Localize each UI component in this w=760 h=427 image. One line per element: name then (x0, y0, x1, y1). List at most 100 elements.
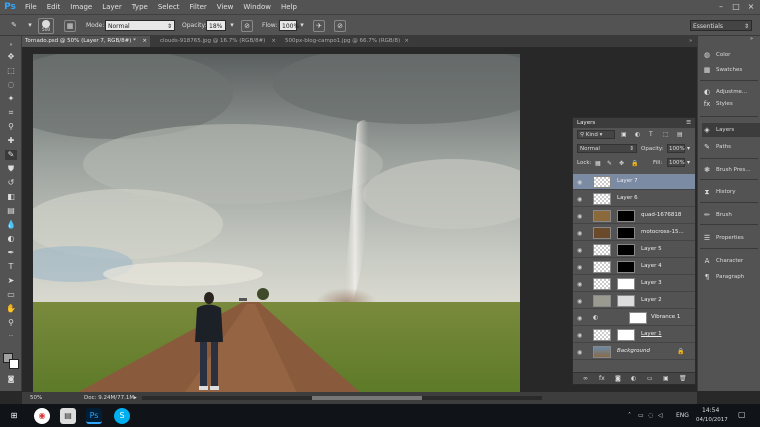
airbrush-icon[interactable]: ✈ (313, 20, 325, 32)
flow-field[interactable]: 100% (279, 20, 299, 31)
toolbar-collapse-icon[interactable]: » (5, 40, 17, 50)
layer-row[interactable]: ◉ motocross-15... (573, 225, 695, 241)
blur-tool-icon[interactable]: 💧 (5, 220, 17, 230)
volume-icon[interactable]: ◁ (658, 412, 663, 419)
menu-filter[interactable]: Filter (184, 3, 211, 11)
zoom-level[interactable]: 50% (30, 395, 42, 401)
visibility-eye-icon[interactable]: ◉ (577, 281, 582, 288)
tab-close-icon[interactable]: × (271, 36, 276, 47)
lasso-tool-icon[interactable]: ◌ (5, 80, 17, 90)
opacity-dropdown-icon[interactable]: ▾ (228, 20, 236, 32)
pen-tool-icon[interactable]: ✒ (5, 248, 17, 258)
photoshop-taskbar-icon[interactable]: Ps (86, 408, 102, 424)
network-icon[interactable]: ◌ (648, 412, 653, 419)
filter-shape-icon[interactable]: ⬚ (663, 131, 669, 138)
windows-start-icon[interactable]: ⊞ (6, 408, 22, 424)
visibility-eye-icon[interactable]: ◉ (577, 179, 582, 186)
panel-swatches[interactable]: ▦ Swatches (702, 63, 760, 77)
layer-row[interactable]: ◉ Layer 4 (573, 259, 695, 275)
zoom-tool-icon[interactable]: ⚲ (5, 318, 17, 328)
file-explorer-icon[interactable]: ▤ (60, 408, 76, 424)
skype-icon[interactable]: S (114, 408, 130, 424)
panel-color[interactable]: ◍ Color (702, 48, 760, 62)
language-indicator[interactable]: ENG (676, 412, 689, 419)
visibility-eye-icon[interactable]: ◉ (577, 315, 582, 322)
visibility-eye-icon[interactable]: ◉ (577, 230, 582, 237)
quick-select-tool-icon[interactable]: ✦ (5, 94, 17, 104)
battery-icon[interactable]: ▭ (638, 412, 644, 419)
close-icon[interactable]: × (746, 2, 756, 12)
add-mask-icon[interactable]: ◙ (615, 375, 621, 382)
panel-paths[interactable]: ✎ Paths (702, 140, 760, 154)
opacity-field[interactable]: 18% (206, 20, 226, 31)
layer-row[interactable]: ◉ Layer 6 (573, 191, 695, 207)
hand-tool-icon[interactable]: ✋ (5, 304, 17, 314)
menu-help[interactable]: Help (276, 3, 302, 11)
brush-size-preview[interactable]: 500 (38, 18, 54, 34)
move-tool-icon[interactable]: ✥ (5, 52, 17, 62)
minimize-icon[interactable]: – (716, 2, 726, 12)
menu-type[interactable]: Type (127, 3, 153, 11)
menu-window[interactable]: Window (238, 3, 276, 11)
panel-brush[interactable]: ✏ Brush (702, 208, 760, 222)
background-color-swatch[interactable] (9, 359, 19, 369)
tab-clouds[interactable]: clouds-918765.jpg @ 16.7% (RGB/8#) × (157, 36, 279, 47)
clock-date[interactable]: 04/10/2017 (696, 417, 728, 423)
healing-brush-tool-icon[interactable]: ✚ (5, 136, 17, 146)
visibility-eye-icon[interactable]: ◉ (577, 247, 582, 254)
panel-adjustments[interactable]: ◐ Adjustme... (702, 85, 760, 99)
blend-mode-select[interactable]: Normal ⇕ (577, 144, 637, 153)
filter-smart-icon[interactable]: ▤ (677, 131, 683, 138)
panel-brush-presets[interactable]: ❃ Brush Pres... (702, 163, 760, 177)
fill-field[interactable]: 100% (667, 158, 685, 167)
visibility-eye-icon[interactable]: ◉ (577, 264, 582, 271)
panel-menu-icon[interactable]: ☰ (686, 118, 695, 128)
panel-paragraph[interactable]: ¶ Paragraph (702, 270, 760, 284)
eraser-tool-icon[interactable]: ◧ (5, 192, 17, 202)
brush-panel-icon[interactable]: ▦ (64, 20, 76, 32)
menu-view[interactable]: View (212, 3, 239, 11)
layer-row[interactable]: ◉ Layer 2 (573, 293, 695, 309)
visibility-eye-icon[interactable]: ◉ (577, 349, 582, 356)
workspace-select[interactable]: Essentials ⇕ (690, 20, 752, 31)
layer-row[interactable]: ◉ quad-1676818 (573, 208, 695, 224)
layer-filter-select[interactable]: ⚲ Kind ▾ (577, 130, 615, 139)
menu-image[interactable]: Image (65, 3, 97, 11)
menu-file[interactable]: File (20, 3, 42, 11)
document-canvas[interactable] (33, 54, 520, 395)
menu-layer[interactable]: Layer (97, 3, 127, 11)
panel-character[interactable]: A Character (702, 254, 760, 268)
visibility-eye-icon[interactable]: ◉ (577, 332, 582, 339)
layer-opacity-dropdown-icon[interactable]: ▾ (687, 145, 690, 152)
layer-style-icon[interactable]: fx (599, 375, 605, 382)
tabs-overflow-icon[interactable]: » (686, 36, 696, 47)
tray-chevron-icon[interactable]: ˄ (628, 412, 631, 419)
fill-dropdown-icon[interactable]: ▾ (687, 159, 690, 166)
gradient-tool-icon[interactable]: ▤ (5, 206, 17, 216)
tab-close-icon[interactable]: × (404, 36, 409, 47)
crop-tool-icon[interactable]: ⌗ (5, 108, 17, 118)
layer-opacity-field[interactable]: 100% (667, 144, 685, 153)
visibility-eye-icon[interactable]: ◉ (577, 213, 582, 220)
shape-tool-icon[interactable]: ▭ (5, 290, 17, 300)
brush-tool-icon[interactable]: ✎ (8, 20, 20, 32)
filter-adjustment-icon[interactable]: ◐ (635, 131, 640, 138)
brush-preset-dropdown-icon[interactable]: ▾ (26, 20, 34, 32)
delete-layer-icon[interactable]: 🗑 (679, 375, 687, 382)
lock-position-icon[interactable]: ✥ (619, 160, 624, 167)
clock-time[interactable]: 14:54 (702, 407, 719, 414)
visibility-eye-icon[interactable]: ◉ (577, 196, 582, 203)
status-menu-icon[interactable]: ▸ (134, 395, 137, 401)
more-tools-icon[interactable]: ··· (5, 331, 17, 341)
tab-campo[interactable]: 500px-blog-campo1.jpg @ 66.7% (RGB/8) × (282, 36, 412, 47)
clone-stamp-tool-icon[interactable]: ⛊ (5, 164, 17, 174)
dodge-tool-icon[interactable]: ◐ (5, 234, 17, 244)
new-layer-icon[interactable]: ▣ (663, 375, 669, 382)
brush-tool-active-icon[interactable]: ✎ (5, 150, 17, 160)
flow-dropdown-icon[interactable]: ▾ (298, 20, 306, 32)
layer-row[interactable]: ◉ Layer 3 (573, 276, 695, 292)
layer-row[interactable]: ◉ Layer 1 (573, 327, 695, 343)
type-tool-icon[interactable]: T (5, 262, 17, 272)
menu-select[interactable]: Select (153, 3, 185, 11)
tab-close-icon[interactable]: × (142, 36, 147, 47)
